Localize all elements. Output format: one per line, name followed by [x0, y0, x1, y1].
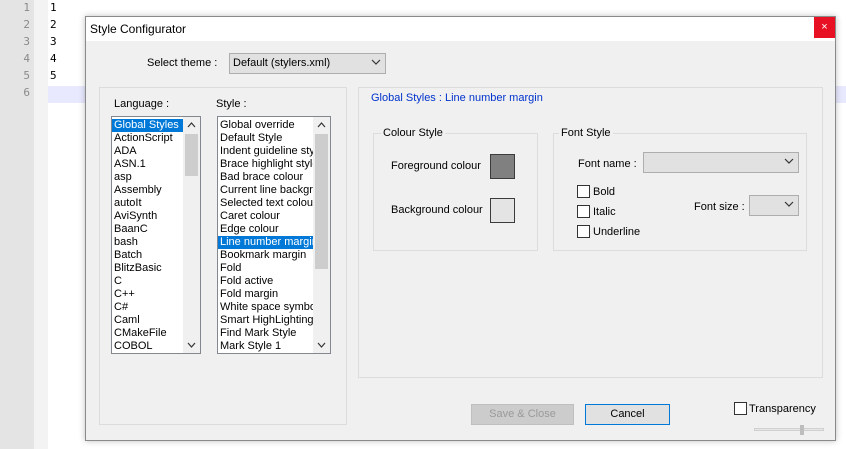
- line-number: 1: [23, 1, 30, 14]
- scroll-down-icon[interactable]: [313, 337, 330, 353]
- fold-margin: [34, 0, 48, 449]
- line-number: 6: [23, 86, 30, 99]
- style-configurator-dialog: Style Configurator × Select theme : Defa…: [85, 16, 836, 441]
- code-line[interactable]: 4: [50, 52, 57, 65]
- language-list-item[interactable]: asp: [112, 171, 185, 184]
- line-number: 5: [23, 69, 30, 82]
- scroll-down-icon[interactable]: [183, 337, 200, 353]
- language-list-item[interactable]: Caml: [112, 314, 185, 327]
- code-line[interactable]: 2: [50, 18, 57, 31]
- language-list-item[interactable]: BaanC: [112, 223, 185, 236]
- language-list-item[interactable]: C: [112, 275, 185, 288]
- style-list-item[interactable]: White space symbol: [218, 301, 315, 314]
- foreground-colour-swatch[interactable]: [490, 154, 515, 179]
- style-scroll-thumb[interactable]: [315, 134, 328, 269]
- line-number-gutter: [0, 0, 34, 449]
- style-list-item[interactable]: Current line background: [218, 184, 315, 197]
- save-close-button[interactable]: Save & Close: [471, 404, 574, 425]
- language-list-item[interactable]: Assembly: [112, 184, 185, 197]
- language-list-item[interactable]: ActionScript: [112, 132, 185, 145]
- style-list-item[interactable]: Selected text colour: [218, 197, 315, 210]
- font-size-label: Font size :: [694, 201, 745, 213]
- style-list-item[interactable]: Line number margin: [218, 236, 315, 249]
- scroll-up-icon[interactable]: [313, 117, 330, 133]
- style-list-item[interactable]: Default Style: [218, 132, 315, 145]
- language-scrollbar[interactable]: [183, 117, 200, 353]
- style-list-item[interactable]: Bookmark margin: [218, 249, 315, 262]
- font-style-group: [553, 133, 807, 251]
- style-list-item[interactable]: Global override: [218, 119, 315, 132]
- scroll-up-icon[interactable]: [183, 117, 200, 133]
- section-title: Global Styles : Line number margin: [371, 92, 543, 104]
- chevron-down-icon: [371, 59, 381, 65]
- transparency-checkbox[interactable]: [734, 402, 747, 415]
- select-theme-label: Select theme :: [147, 57, 218, 69]
- language-list-item[interactable]: bash: [112, 236, 185, 249]
- cancel-button[interactable]: Cancel: [585, 404, 670, 425]
- code-line[interactable]: 3: [50, 35, 57, 48]
- underline-checkbox[interactable]: [577, 225, 590, 238]
- language-list-item[interactable]: Batch: [112, 249, 185, 262]
- style-listbox[interactable]: Global override Default Style Indent guide…: [217, 116, 331, 354]
- style-list-item[interactable]: Smart HighLighting: [218, 314, 315, 327]
- style-list-item[interactable]: Fold: [218, 262, 315, 275]
- style-list-item[interactable]: Brace highlight style: [218, 158, 315, 171]
- colour-style-group: [373, 133, 538, 251]
- transparency-slider[interactable]: [754, 428, 824, 431]
- code-line[interactable]: 1: [50, 1, 57, 14]
- chevron-down-icon: [784, 158, 794, 164]
- background-colour-label: Background colour: [391, 204, 483, 216]
- language-list-item[interactable]: ASN.1: [112, 158, 185, 171]
- transparency-label: Transparency: [749, 403, 816, 415]
- bold-label: Bold: [593, 186, 616, 198]
- dialog-titlebar[interactable]: Style Configurator ×: [86, 17, 835, 41]
- style-list-item[interactable]: Caret colour: [218, 210, 315, 223]
- close-button[interactable]: ×: [814, 17, 835, 38]
- style-list-item[interactable]: Fold margin: [218, 288, 315, 301]
- line-number: 4: [23, 52, 30, 65]
- italic-checkbox[interactable]: [577, 205, 590, 218]
- language-list-item[interactable]: BlitzBasic: [112, 262, 185, 275]
- language-listbox[interactable]: Global Styles ActionScript ADA ASN.1 asp Asse…: [111, 116, 201, 354]
- italic-label: Italic: [593, 206, 616, 218]
- language-label: Language :: [114, 98, 170, 110]
- style-scrollbar[interactable]: [313, 117, 330, 353]
- style-list-item[interactable]: Mark Style 1: [218, 340, 315, 353]
- theme-select-value: Default (stylers.xml): [233, 57, 331, 69]
- language-list-item[interactable]: autoIt: [112, 197, 185, 210]
- language-list-item[interactable]: C#: [112, 301, 185, 314]
- language-list-item[interactable]: C++: [112, 288, 185, 301]
- language-list-item[interactable]: CMakeFile: [112, 327, 185, 340]
- foreground-colour-label: Foreground colour: [391, 160, 481, 172]
- line-number: 2: [23, 18, 30, 31]
- style-label: Style :: [216, 98, 247, 110]
- transparency-slider-thumb[interactable]: [800, 425, 804, 435]
- style-list-item[interactable]: Bad brace colour: [218, 171, 315, 184]
- style-list-item[interactable]: Edge colour: [218, 223, 315, 236]
- font-style-title: Font Style: [559, 127, 613, 139]
- chevron-down-icon: [784, 201, 794, 207]
- style-list-item[interactable]: Fold active: [218, 275, 315, 288]
- style-list-item[interactable]: Find Mark Style: [218, 327, 315, 340]
- underline-label: Underline: [593, 226, 641, 238]
- close-icon: ×: [821, 21, 828, 33]
- language-list-item[interactable]: ADA: [112, 145, 185, 158]
- language-list-item[interactable]: Global Styles: [112, 119, 185, 132]
- background-colour-swatch[interactable]: [490, 198, 515, 223]
- language-list-item[interactable]: COBOL: [112, 340, 185, 353]
- style-list-item[interactable]: Indent guideline style: [218, 145, 315, 158]
- code-line[interactable]: 5: [50, 69, 57, 82]
- font-name-label: Font name :: [578, 158, 637, 170]
- language-scroll-thumb[interactable]: [185, 134, 198, 176]
- theme-select[interactable]: Default (stylers.xml): [229, 53, 386, 74]
- font-size-select[interactable]: [749, 195, 799, 216]
- colour-style-title: Colour Style: [381, 127, 445, 139]
- dialog-title: Style Configurator: [90, 22, 187, 36]
- bold-checkbox[interactable]: [577, 185, 590, 198]
- font-name-select[interactable]: [643, 152, 799, 173]
- line-number: 3: [23, 35, 30, 48]
- language-list-item[interactable]: AviSynth: [112, 210, 185, 223]
